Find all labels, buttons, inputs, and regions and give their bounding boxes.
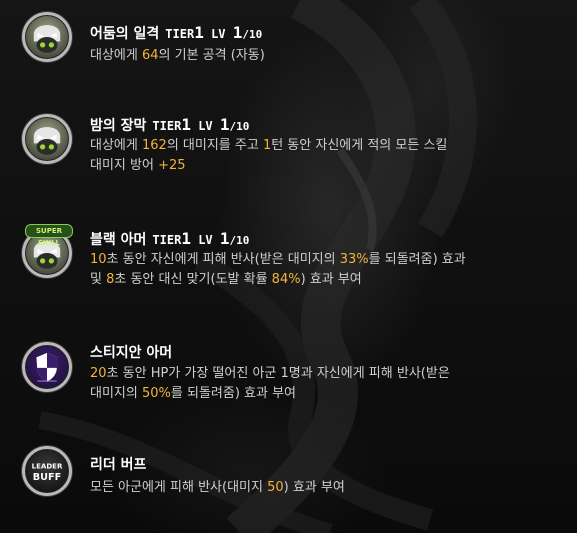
super-skill-badge: SUPER SKILL [25, 224, 73, 247]
skill-name: 밤의 장막 [90, 118, 147, 134]
skill-description: 모든 아군에게 피해 반사(대미지 50) 효과 부여 [90, 480, 345, 495]
skill-description: 대상에게 64의 기본 공격 (자동) [90, 48, 265, 63]
skill-name: 어둠의 일격 [90, 26, 160, 42]
skill-description: 10초 동안 자신에게 피해 반사(받은 대미지의 33%를 되돌려줌) 효과 … [90, 252, 466, 287]
tier-label: TIER1 LV 1/10 [165, 23, 263, 42]
tier-label: TIER1 LV 1/10 [152, 115, 250, 134]
svg-text:LEADER: LEADER [32, 461, 63, 470]
skill-description: 20초 동안 HP가 가장 떨어진 아군 1명과 자신에게 피해 반사(받은 대… [90, 366, 450, 401]
shield-icon [22, 342, 72, 392]
masked-portrait-icon [22, 114, 72, 164]
skill-description: 대상에게 162의 대미지를 주고 1턴 동안 자신에게 적의 모든 스킬 대미… [90, 138, 448, 173]
leader-buff-icon: LEADER BUFF [22, 446, 72, 496]
svg-text:BUFF: BUFF [33, 472, 61, 483]
skill-name: 리더 버프 [90, 457, 147, 473]
skill-name: 스티지안 아머 [90, 345, 173, 361]
tier-label: TIER1 LV 1/10 [152, 229, 250, 248]
masked-portrait-icon [22, 12, 72, 62]
skill-name: 블랙 아머 [90, 232, 147, 248]
